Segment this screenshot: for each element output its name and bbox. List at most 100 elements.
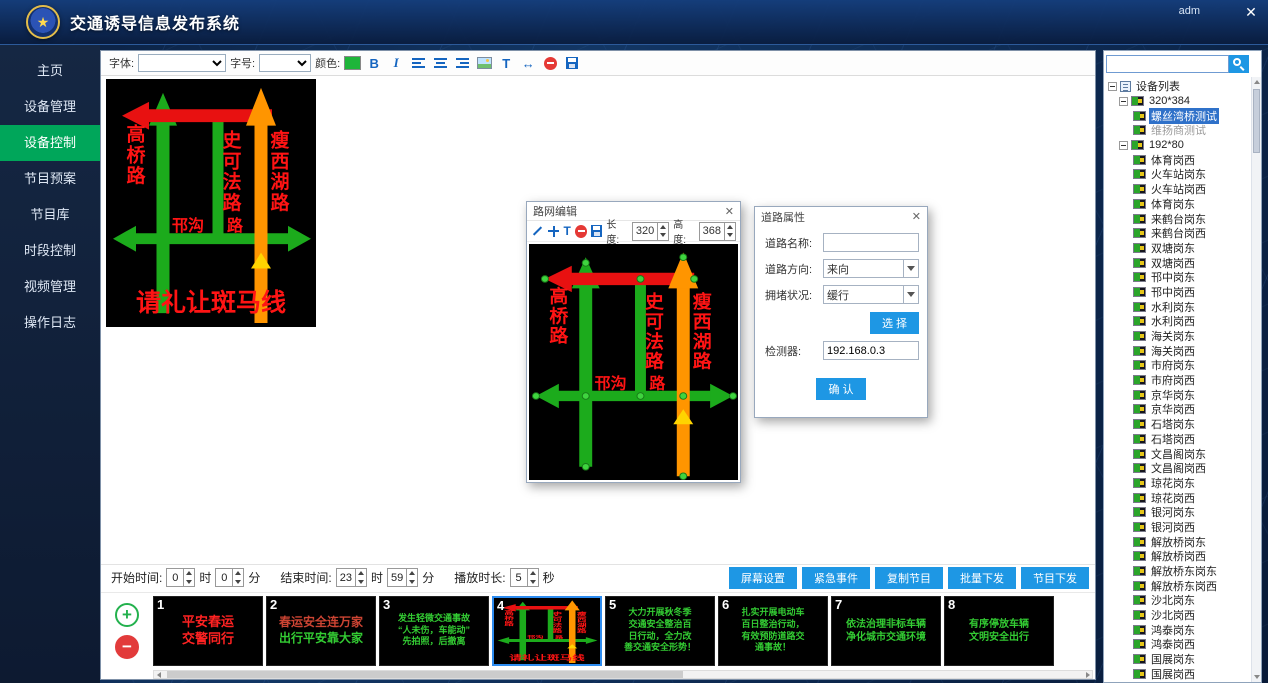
tree-device-item[interactable]: 市府岗东 — [1149, 357, 1197, 373]
roadnet-close-icon[interactable]: ✕ — [725, 205, 734, 218]
align-center-button[interactable] — [431, 54, 449, 72]
sidebar-item-3[interactable]: 设备控制 — [0, 125, 100, 161]
size-select[interactable] — [259, 54, 311, 72]
tree-device-item[interactable]: 水利岗东 — [1149, 299, 1197, 315]
spin-up-icon[interactable] — [407, 569, 417, 578]
spin-up-icon[interactable] — [233, 569, 243, 578]
select-detector-button[interactable]: 选 择 — [870, 312, 919, 334]
tree-device-item[interactable]: 火车站岗东 — [1149, 166, 1208, 182]
tree-device-item[interactable]: 双塘岗西 — [1149, 255, 1197, 271]
spin-down-icon[interactable] — [658, 231, 668, 240]
playlist-item-8[interactable]: 有序停放车辆文明安全出行8 — [944, 596, 1054, 666]
road-direction-select[interactable]: 来向 — [823, 259, 919, 278]
props-dialog-titlebar[interactable]: 道路属性 ✕ — [755, 207, 927, 226]
spin-down-icon[interactable] — [725, 231, 735, 240]
tree-device-item[interactable]: 沙北岗西 — [1149, 607, 1197, 623]
tree-device-item[interactable]: 解放桥岗西 — [1149, 548, 1208, 564]
sidebar-item-8[interactable]: 操作日志 — [0, 305, 100, 341]
tree-device-item[interactable]: 京华岗西 — [1149, 401, 1197, 417]
move-tool-icon[interactable] — [547, 225, 559, 238]
italic-button[interactable]: I — [387, 54, 405, 72]
scroll-down-icon[interactable] — [1252, 672, 1261, 682]
sidebar-item-2[interactable]: 设备管理 — [0, 89, 100, 125]
props-close-icon[interactable]: ✕ — [912, 210, 921, 223]
end-minute-spinner[interactable]: 59 — [387, 568, 418, 587]
height-spinner[interactable]: 368 — [699, 222, 736, 241]
font-select[interactable] — [138, 54, 226, 72]
tree-device-item[interactable]: 解放桥东岗东 — [1149, 563, 1219, 579]
tree-device-item[interactable]: 解放桥东岗西 — [1149, 578, 1219, 594]
sidebar-item-6[interactable]: 时段控制 — [0, 233, 100, 269]
text-tool-icon[interactable]: T — [564, 224, 571, 238]
spin-down-icon[interactable] — [233, 578, 243, 587]
save-roadnet-icon[interactable] — [591, 225, 602, 237]
tree-device-item[interactable]: 琼花岗东 — [1149, 475, 1197, 491]
length-spinner[interactable]: 320 — [632, 222, 669, 241]
tree-collapse-icon[interactable] — [1119, 97, 1128, 106]
bold-button[interactable]: B — [365, 54, 383, 72]
tree-device-item[interactable]: 银河岗东 — [1149, 504, 1197, 520]
end-hour-spinner[interactable]: 23 — [336, 568, 367, 587]
scroll-left-icon[interactable] — [154, 671, 163, 678]
tree-device-item[interactable]: 来鹤台岗东 — [1149, 211, 1208, 227]
playlist-item-5[interactable]: 大力开展秋冬季交通安全整治百日行动，全力改善交通安全形势！5 — [605, 596, 715, 666]
playlist-item-3[interactable]: 发生轻微交通事故“人未伤，车能动”先拍照，后撤离3 — [379, 596, 489, 666]
tree-device-item[interactable]: 来鹤台岗西 — [1149, 225, 1208, 241]
tree-device-item[interactable]: 石塔岗东 — [1149, 416, 1197, 432]
tree-device-item[interactable]: 维扬商测试 — [1149, 122, 1208, 138]
device-search-input[interactable] — [1106, 55, 1229, 73]
insert-text-button[interactable]: T — [497, 54, 515, 72]
remove-program-button[interactable]: − — [115, 635, 139, 659]
detector-input[interactable] — [823, 341, 919, 360]
start-hour-spinner[interactable]: 0 — [166, 568, 195, 587]
sidebar-item-4[interactable]: 节目预案 — [0, 161, 100, 197]
tree-device-item[interactable]: 体育岗西 — [1149, 152, 1197, 168]
spin-down-icon[interactable] — [407, 578, 417, 587]
roadnet-canvas[interactable]: 高桥路史可法路瘦西湖路邗沟路 — [529, 244, 738, 480]
tree-group-1[interactable]: 320*384 — [1147, 95, 1192, 107]
road-name-input[interactable] — [823, 233, 919, 252]
duration-spinner[interactable]: 5 — [510, 568, 539, 587]
start-minute-spinner[interactable]: 0 — [215, 568, 244, 587]
tree-device-item[interactable]: 海关岗西 — [1149, 343, 1197, 359]
spin-down-icon[interactable] — [356, 578, 366, 587]
tree-device-item[interactable]: 市府岗西 — [1149, 372, 1197, 388]
tree-device-item[interactable]: 火车站岗西 — [1149, 181, 1208, 197]
draw-road-icon[interactable] — [531, 225, 543, 238]
tree-device-item[interactable]: 螺丝湾桥测试 — [1149, 108, 1219, 124]
tree-device-item[interactable]: 琼花岗西 — [1149, 490, 1197, 506]
tree-group-2[interactable]: 192*80 — [1147, 139, 1186, 151]
tree-device-item[interactable]: 海关岗东 — [1149, 328, 1197, 344]
tree-device-item[interactable]: 鸿泰岗东 — [1149, 622, 1197, 638]
tree-device-item[interactable]: 银河岗西 — [1149, 519, 1197, 535]
tree-device-item[interactable]: 国展岗西 — [1149, 666, 1197, 680]
scroll-right-icon[interactable] — [1083, 671, 1092, 678]
tree-device-item[interactable]: 解放桥岗东 — [1149, 534, 1208, 550]
search-button[interactable] — [1229, 55, 1249, 73]
playlist-item-7[interactable]: 依法治理非标车辆净化城市交通环境7 — [831, 596, 941, 666]
tree-device-item[interactable]: 京华岗东 — [1149, 387, 1197, 403]
insert-image-button[interactable] — [475, 54, 493, 72]
playlist-item-4[interactable]: 高桥路史可法路瘦西湖路邗沟路请礼让斑马线4 — [492, 596, 602, 666]
tree-device-item[interactable]: 沙北岗东 — [1149, 592, 1197, 608]
tree-collapse-icon[interactable] — [1108, 82, 1117, 91]
save-button[interactable] — [563, 54, 581, 72]
action-button-4[interactable]: 批量下发 — [948, 567, 1016, 589]
spin-down-icon[interactable] — [184, 578, 194, 587]
roadnet-dialog-titlebar[interactable]: 路网编辑 ✕ — [527, 202, 740, 221]
playlist-item-6[interactable]: 扎实开展电动车百日整治行动，有效预防道路交通事故！6 — [718, 596, 828, 666]
tree-device-item[interactable]: 鸿泰岗西 — [1149, 636, 1197, 652]
scrollbar-thumb[interactable] — [167, 671, 683, 678]
align-left-button[interactable] — [409, 54, 427, 72]
action-button-5[interactable]: 节目下发 — [1021, 567, 1089, 589]
playlist-scrollbar[interactable] — [153, 670, 1093, 679]
action-button-1[interactable]: 屏幕设置 — [729, 567, 797, 589]
tree-device-item[interactable]: 水利岗西 — [1149, 313, 1197, 329]
tree-device-item[interactable]: 国展岗东 — [1149, 651, 1197, 667]
action-button-2[interactable]: 紧急事件 — [802, 567, 870, 589]
sign-preview-canvas[interactable]: 高桥路史可法路瘦西湖路邗沟路请礼让斑马线 — [106, 79, 316, 327]
spin-up-icon[interactable] — [184, 569, 194, 578]
sidebar-item-1[interactable]: 主页 — [0, 53, 100, 89]
action-button-3[interactable]: 复制节目 — [875, 567, 943, 589]
spin-up-icon[interactable] — [356, 569, 366, 578]
